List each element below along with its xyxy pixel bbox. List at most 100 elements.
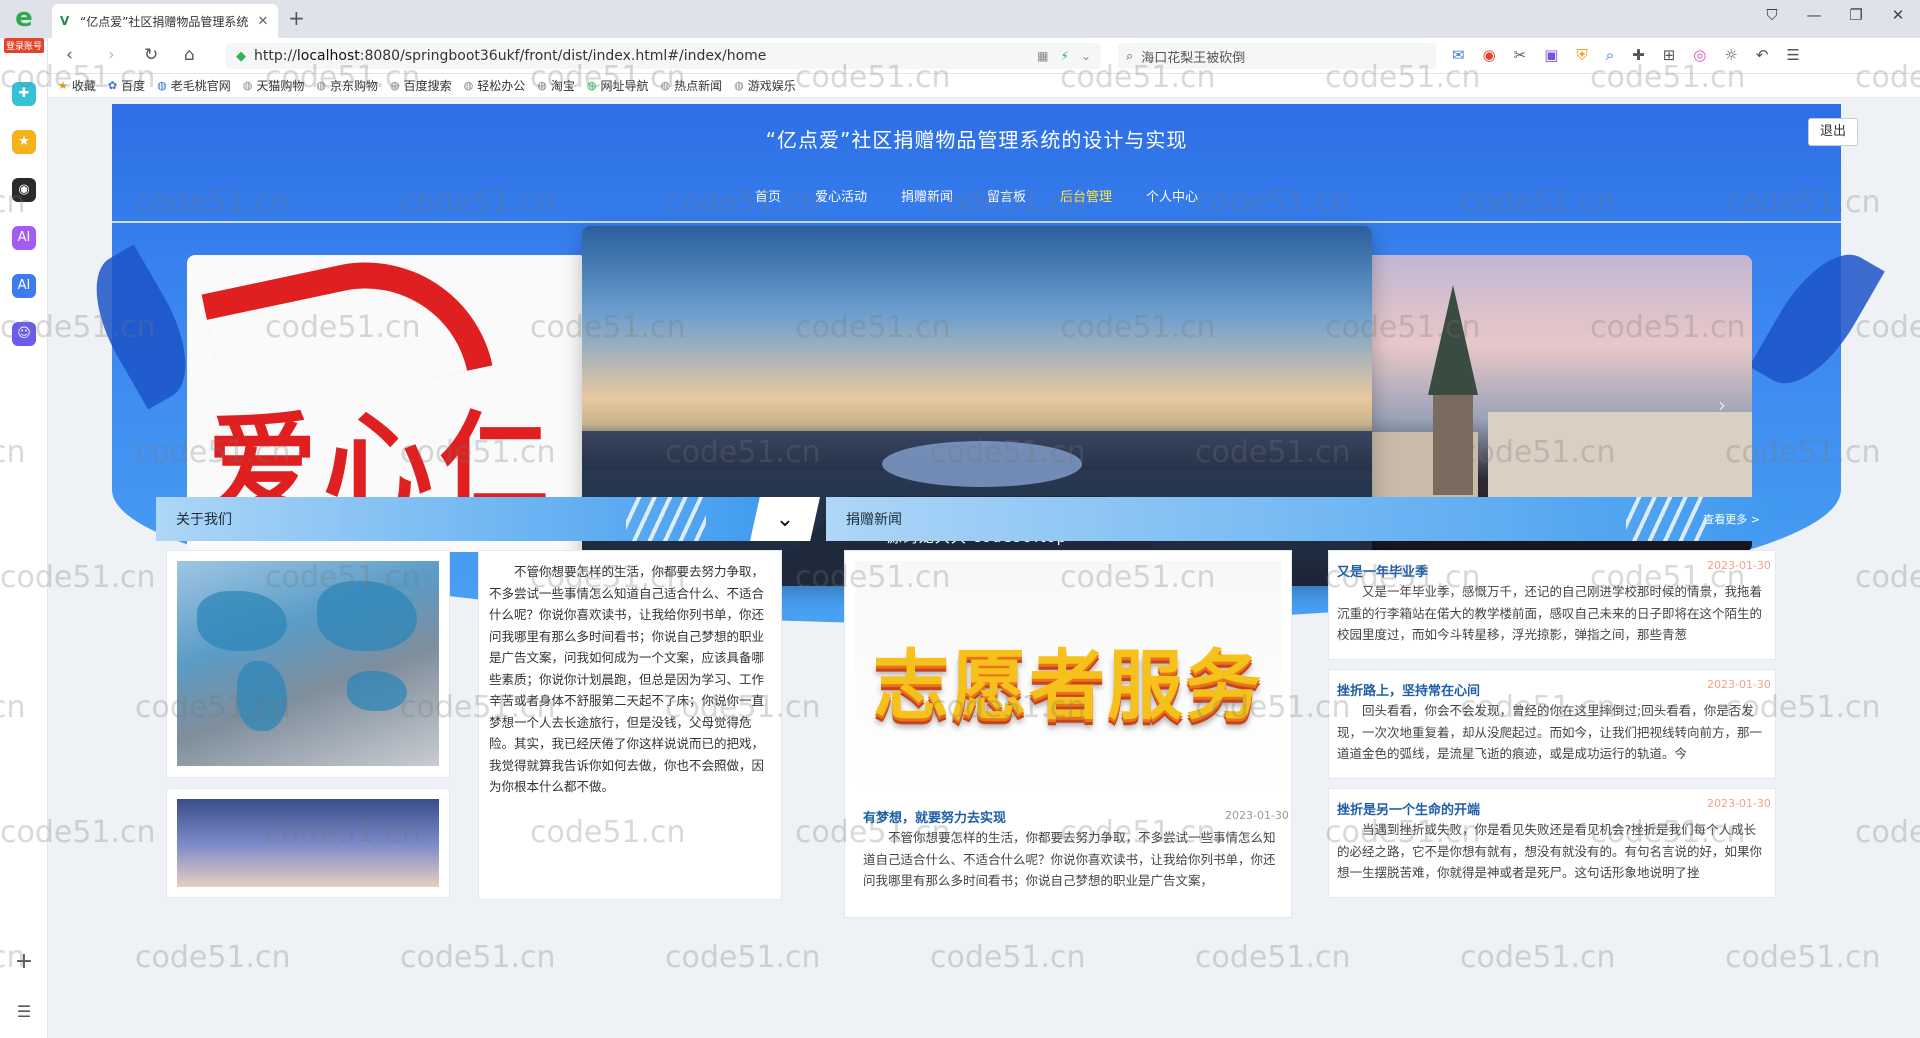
browser-search-box[interactable]: ⌕ 海口花梨王被砍倒 <box>1118 43 1436 69</box>
view-more-link[interactable]: 查看更多 > <box>1703 511 1760 527</box>
add-icon[interactable]: + <box>12 950 36 974</box>
search-icon: ⌕ <box>1126 48 1134 64</box>
nav-personal-center[interactable]: 个人中心 <box>1146 186 1198 205</box>
featured-news-date: 2023-01-30 <box>1225 809 1289 822</box>
featured-news-card[interactable]: 志愿者服务 有梦想，就要努力去实现 2023-01-30 不管你想要怎样的生活，… <box>844 550 1292 918</box>
news-item-summary: 又是一年毕业季，感慨万千，还记的自己刚进学校那时候的情景，我拖着沉重的行李箱站在… <box>1337 584 1763 642</box>
nav-admin[interactable]: 后台管理 <box>1060 186 1112 205</box>
news-list-item[interactable]: 挫折路上，坚持常在心间 2023-01-30 回头看看，你会不会发现，曾经的你在… <box>1328 669 1776 779</box>
weibo-icon[interactable]: ◉ <box>1483 46 1496 64</box>
about-section-title: 关于我们 <box>176 512 232 528</box>
address-tools: ▦ ⚡ ⌄ <box>1037 49 1091 63</box>
home-icon[interactable]: ⌂ <box>184 45 195 65</box>
header-stripes <box>1626 497 1706 541</box>
qr-icon[interactable]: ▦ <box>1037 49 1048 63</box>
church-spire <box>1428 285 1478 495</box>
browser-logo[interactable]: e 登录账号 <box>0 2 48 62</box>
news-item-title[interactable]: 挫折是另一个生命的开端 <box>1337 799 1480 818</box>
browser-tab[interactable]: V “亿点爱”社区捐赠物品管理系统 ✕ <box>52 4 278 38</box>
robot-icon[interactable]: ☺ <box>12 322 36 346</box>
bookmark-item[interactable]: ◍ 网址导航 <box>587 77 649 94</box>
bookmark-item[interactable]: ◍ 老毛桃官网 <box>157 77 231 94</box>
restore-icon[interactable]: ❐ <box>1846 6 1866 24</box>
favorites-star-icon[interactable]: ★ <box>12 130 36 154</box>
bookmark-item[interactable]: ✿ 百度 <box>108 77 145 94</box>
nav-message-board[interactable]: 留言板 <box>987 186 1026 205</box>
stadium <box>882 441 1082 487</box>
globe-icon: ◍ <box>734 79 744 92</box>
hands-image <box>177 799 439 887</box>
shirt-icon[interactable]: ⛉ <box>1762 6 1782 24</box>
mail-icon[interactable]: ✉ <box>1452 46 1465 64</box>
nav-donation-news[interactable]: 捐赠新闻 <box>901 186 953 205</box>
news-item-title[interactable]: 又是一年毕业季 <box>1337 561 1428 580</box>
minimize-icon[interactable]: — <box>1804 6 1824 24</box>
volunteer-image-text: 志愿者服务 <box>873 640 1263 730</box>
address-url[interactable]: http://localhost:8080/springboot36ukf/fr… <box>254 48 1037 64</box>
color-icon[interactable]: ◎ <box>1693 46 1706 64</box>
tab-title: “亿点爱”社区捐赠物品管理系统 <box>80 14 249 29</box>
about-image-card <box>166 550 450 778</box>
ai-icon[interactable]: AI <box>12 226 36 250</box>
back-icon[interactable]: ‹ <box>66 45 73 65</box>
bookmark-item[interactable]: ◍ 百度搜索 <box>390 77 452 94</box>
browser-sidebar: e 登录账号 ✚ ★ ◉ AI AI ☺ + ☰ <box>0 3 48 1038</box>
bookmark-item[interactable]: ◍ 游戏娱乐 <box>734 77 796 94</box>
forward-icon[interactable]: › <box>108 45 115 65</box>
grid-icon[interactable]: ⊞ <box>1663 46 1676 64</box>
menu-icon[interactable]: ☰ <box>1786 46 1799 64</box>
globe-icon: ◍ <box>390 79 400 92</box>
bookmark-item[interactable]: ◍ 热点新闻 <box>661 77 723 94</box>
bookmark-item[interactable]: ◍ 京东购物 <box>316 77 378 94</box>
globe-icon: ◍ <box>316 79 326 92</box>
brightness-icon[interactable]: ☼ <box>1724 46 1737 64</box>
undo-icon[interactable]: ↶ <box>1756 46 1769 64</box>
star-icon: ★ <box>58 79 68 92</box>
sidebar-app-icon[interactable]: ✚ <box>12 82 36 106</box>
address-bar[interactable]: ◆ http://localhost:8080/springboot36ukf/… <box>226 43 1101 69</box>
main-nav: 首页 爱心活动 捐赠新闻 留言板 后台管理 个人中心 <box>112 186 1841 205</box>
bookmark-item[interactable]: ◍ 轻松办公 <box>464 77 526 94</box>
ai-assistant-icon[interactable]: AI <box>12 274 36 298</box>
bookmark-item[interactable]: ◍ 淘宝 <box>537 77 575 94</box>
news-section-title: 捐赠新闻 <box>846 512 902 528</box>
search-ext-icon[interactable]: ⌕ <box>1606 46 1614 64</box>
scissors-icon[interactable]: ✂ <box>1514 46 1527 64</box>
globe-icon: ◍ <box>586 79 597 92</box>
chevron-down-icon[interactable]: ⌄ <box>750 497 820 541</box>
news-list-item[interactable]: 挫折是另一个生命的开端 2023-01-30 当遇到挫折或失败，你是看见失败还是… <box>1328 788 1776 898</box>
game-icon[interactable]: ◉ <box>12 178 36 202</box>
featured-news-title[interactable]: 有梦想，就要努力去实现 <box>863 807 1006 826</box>
carousel-next-icon[interactable]: › <box>1718 393 1726 417</box>
extension-icons: ✉ ◉ ✂ ▣ ⛨ ⌕ ✚ ⊞ ◎ ☼ ↶ ☰ <box>1452 46 1800 64</box>
close-tab-icon[interactable]: ✕ <box>256 14 270 29</box>
bookmark-favorites[interactable]: ★ 收藏 <box>58 77 96 94</box>
nav-home[interactable]: 首页 <box>755 186 781 205</box>
site-favicon-icon: V <box>60 14 70 28</box>
bookmark-item[interactable]: ◍ 天猫购物 <box>243 77 305 94</box>
news-list-item[interactable]: 又是一年毕业季 2023-01-30 又是一年毕业季，感慨万千，还记的自己刚进学… <box>1328 550 1776 660</box>
dropdown-icon[interactable]: ⌄ <box>1081 49 1091 63</box>
site-title: “亿点爱”社区捐赠物品管理系统的设计与实现 <box>765 128 1188 152</box>
reload-icon[interactable]: ↻ <box>144 45 158 65</box>
list-icon[interactable]: ☰ <box>12 1000 36 1024</box>
translate-icon[interactable]: ▣ <box>1544 46 1558 64</box>
news-item-date: 2023-01-30 <box>1707 559 1771 572</box>
nav-charity-activity[interactable]: 爱心活动 <box>815 186 867 205</box>
logout-button[interactable]: 退出 <box>1808 118 1858 146</box>
new-tab-icon[interactable]: + <box>288 6 305 30</box>
world-map-image <box>177 561 439 766</box>
carousel-prev-icon[interactable]: ‹ <box>209 393 217 417</box>
news-item-title[interactable]: 挫折路上，坚持常在心间 <box>1337 680 1480 699</box>
lightning-icon[interactable]: ⚡ <box>1061 49 1069 63</box>
login-badge[interactable]: 登录账号 <box>3 38 44 53</box>
window-controls: ⛉ — ❐ ✕ <box>1762 6 1908 24</box>
close-window-icon[interactable]: ✕ <box>1888 6 1908 24</box>
header-stripes <box>626 497 706 541</box>
about-section-header: 关于我们 <box>156 497 796 541</box>
shield-ext-icon[interactable]: ⛨ <box>1576 46 1587 64</box>
news-item-summary: 当遇到挫折或失败，你是看见失败还是看见机会?挫折是我们每个人成长的必经之路，它不… <box>1337 822 1763 880</box>
news-item-date: 2023-01-30 <box>1707 678 1771 691</box>
browser-logo-icon: e <box>15 3 33 33</box>
puzzle-icon[interactable]: ✚ <box>1632 46 1645 64</box>
